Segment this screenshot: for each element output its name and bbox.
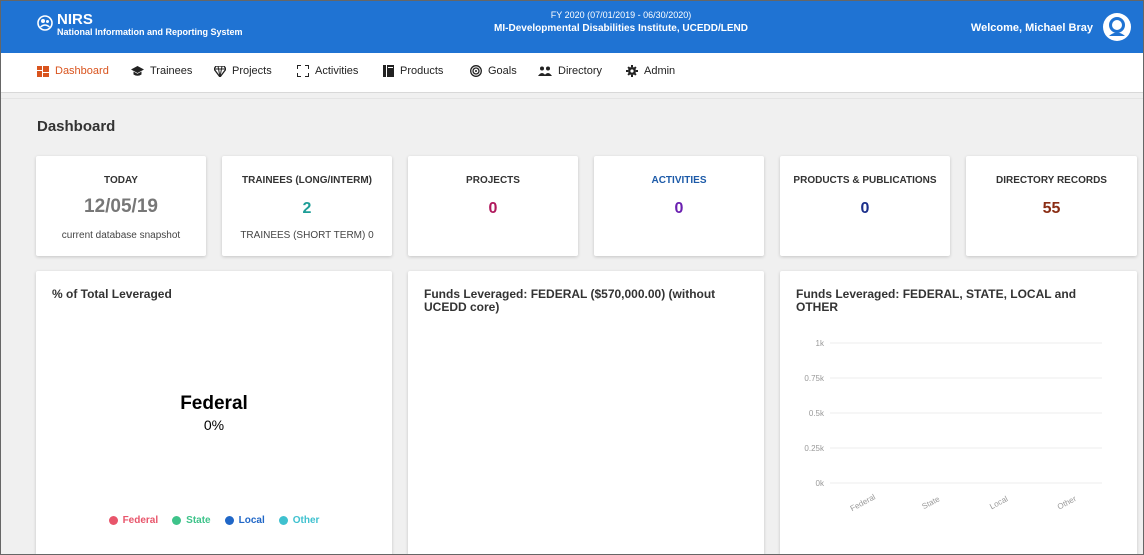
nav-products[interactable]: Products bbox=[383, 65, 443, 77]
trainees-value: 2 bbox=[302, 200, 312, 217]
nav-directory[interactable]: Directory bbox=[538, 65, 602, 77]
legend-dot bbox=[224, 516, 234, 525]
stat-card-activities[interactable]: ACTIVITIES 0 bbox=[594, 156, 764, 256]
pie-legend: Federal State Local Other bbox=[36, 515, 392, 526]
panel-percent-leveraged: % of Total Leveraged Federal 0% Federal … bbox=[36, 271, 392, 554]
user-icon bbox=[1104, 14, 1130, 40]
app-logo[interactable]: NIRS National Information and Reporting … bbox=[37, 11, 243, 38]
legend-item-other[interactable]: Other bbox=[278, 515, 320, 526]
nav-dashboard[interactable]: Dashboard bbox=[37, 65, 109, 77]
nav-trainees-label: Trainees bbox=[150, 65, 193, 77]
x-tick-label: State bbox=[920, 494, 941, 511]
projects-value: 0 bbox=[488, 200, 498, 217]
panel-federal-funds: Funds Leveraged: FEDERAL ($570,000.00) (… bbox=[408, 271, 764, 554]
x-tick-label: Other bbox=[1056, 494, 1078, 511]
legend-label: Federal bbox=[122, 515, 159, 526]
nav-products-label: Products bbox=[400, 65, 444, 77]
nav-trainees[interactable]: Trainees bbox=[131, 65, 192, 77]
legend-item-federal[interactable]: Federal bbox=[108, 515, 159, 526]
stat-card-directory[interactable]: DIRECTORY RECORDS 55 bbox=[966, 156, 1137, 256]
products-value: 0 bbox=[860, 200, 870, 217]
stat-card-projects[interactable]: PROJECTS 0 bbox=[408, 156, 578, 256]
nav-dashboard-label: Dashboard bbox=[55, 65, 109, 77]
book-icon bbox=[383, 65, 394, 77]
fiscal-year: FY 2020 (07/01/2019 - 06/30/2020) bbox=[550, 10, 692, 20]
user-avatar[interactable] bbox=[1103, 13, 1131, 41]
nav-admin-label: Admin bbox=[644, 65, 676, 77]
stat-card-trainees[interactable]: TRAINEES (LONG/INTERM) 2 TRAINEES (SHORT… bbox=[222, 156, 392, 256]
activities-value: 0 bbox=[674, 200, 684, 217]
y-tick-label: 0.5k bbox=[809, 409, 825, 418]
funds-bar-chart: 0k 0.25k 0.5k 0.75k 1k Federal State Local Other bbox=[804, 339, 1102, 513]
panel-title: Funds Leveraged: FEDERAL, STATE, LOCAL a… bbox=[796, 287, 1077, 314]
x-tick-label: Federal bbox=[849, 492, 877, 513]
legend-label: State bbox=[186, 515, 211, 526]
legend-dot bbox=[108, 516, 118, 525]
nav-goals[interactable]: Goals bbox=[470, 65, 517, 77]
fiscal-year-info: FY 2020 (07/01/2019 - 06/30/2020) MI-Dev… bbox=[401, 9, 841, 35]
y-tick-label: 0.75k bbox=[804, 374, 825, 383]
pie-center-category: Federal bbox=[180, 393, 248, 414]
stat-card-products[interactable]: PRODUCTS & PUBLICATIONS 0 bbox=[780, 156, 950, 256]
today-value: 12/05/19 bbox=[84, 196, 158, 217]
today-label: TODAY bbox=[104, 175, 138, 186]
users-icon bbox=[538, 66, 552, 76]
pie-center-label: Federal 0% bbox=[36, 393, 392, 433]
app-short-name: NIRS bbox=[57, 11, 93, 28]
logo-icon bbox=[37, 15, 53, 31]
products-label: PRODUCTS & PUBLICATIONS bbox=[793, 175, 937, 186]
graduation-cap-icon bbox=[131, 65, 144, 76]
directory-label: DIRECTORY RECORDS bbox=[996, 175, 1107, 186]
expand-icon bbox=[297, 65, 309, 77]
trainees-label: TRAINEES (LONG/INTERM) bbox=[242, 175, 372, 186]
projects-label: PROJECTS bbox=[466, 175, 520, 186]
nav-activities[interactable]: Activities bbox=[297, 65, 358, 77]
nav-projects[interactable]: Projects bbox=[214, 65, 272, 77]
panel-title: % of Total Leveraged bbox=[52, 287, 172, 301]
dashboard-icon bbox=[37, 65, 49, 77]
today-sub: current database snapshot bbox=[61, 230, 181, 241]
page-title: Dashboard bbox=[37, 118, 116, 135]
panel-all-funds: Funds Leveraged: FEDERAL, STATE, LOCAL a… bbox=[780, 271, 1137, 554]
stat-card-today: TODAY 12/05/19 current database snapshot bbox=[36, 156, 206, 256]
panel-title: Funds Leveraged: FEDERAL ($570,000.00) (… bbox=[424, 287, 716, 314]
legend-item-local[interactable]: Local bbox=[224, 515, 265, 526]
gear-icon bbox=[626, 65, 638, 77]
legend-label: Other bbox=[292, 515, 320, 526]
x-tick-label: Local bbox=[988, 494, 1009, 511]
nav-goals-label: Goals bbox=[488, 65, 517, 77]
app-full-name: National Information and Reporting Syste… bbox=[57, 27, 243, 37]
nav-directory-label: Directory bbox=[558, 65, 603, 77]
institute-name: MI-Developmental Disabilities Institute,… bbox=[494, 23, 748, 34]
directory-value: 55 bbox=[1042, 200, 1061, 217]
nav-admin[interactable]: Admin bbox=[626, 65, 675, 77]
welcome-text: Welcome, Michael Bray bbox=[970, 22, 1093, 34]
y-tick-label: 0.25k bbox=[804, 444, 825, 453]
activities-label: ACTIVITIES bbox=[651, 175, 707, 186]
diamond-icon bbox=[214, 65, 226, 77]
nav-projects-label: Projects bbox=[232, 65, 272, 77]
trainees-short-term: TRAINEES (SHORT TERM) 0 bbox=[240, 230, 374, 241]
y-tick-label: 0k bbox=[816, 479, 825, 488]
legend-label: Local bbox=[238, 515, 265, 526]
target-icon bbox=[470, 65, 482, 77]
pie-center-value: 0% bbox=[203, 417, 225, 433]
app-frame: NIRS National Information and Reporting … bbox=[0, 0, 1144, 555]
main-nav: Dashboard Trainees Projects Activities P… bbox=[1, 53, 1143, 93]
content-divider bbox=[1, 98, 1143, 99]
legend-dot bbox=[172, 516, 182, 525]
y-tick-label: 1k bbox=[816, 339, 825, 348]
nav-activities-label: Activities bbox=[315, 65, 359, 77]
legend-item-state[interactable]: State bbox=[172, 515, 211, 526]
legend-dot bbox=[278, 516, 288, 525]
top-bar: NIRS National Information and Reporting … bbox=[1, 1, 1143, 53]
